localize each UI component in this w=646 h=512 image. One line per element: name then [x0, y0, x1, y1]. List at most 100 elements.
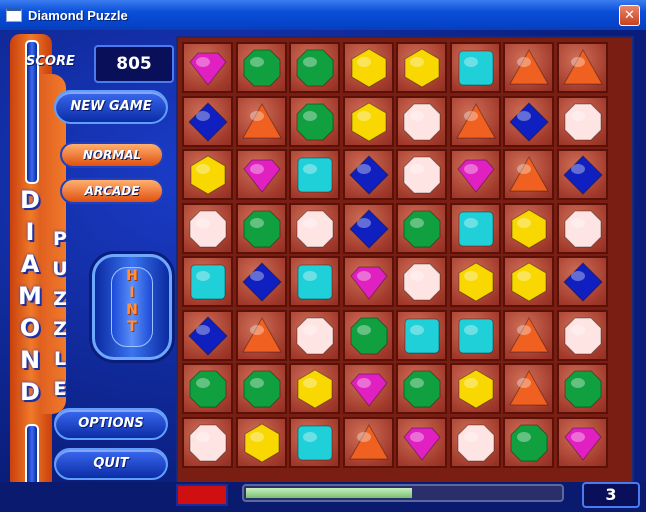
- board-cell[interactable]: [236, 96, 287, 147]
- board-cell[interactable]: [343, 203, 394, 254]
- orange-gem-icon: [509, 369, 549, 409]
- board-cell[interactable]: [450, 96, 501, 147]
- hint-button[interactable]: HINT: [92, 254, 172, 360]
- board-cell[interactable]: [182, 256, 233, 307]
- board-cell[interactable]: [289, 149, 340, 200]
- green-gem-icon: [242, 209, 282, 249]
- cyan-gem-icon: [456, 316, 496, 356]
- window-title: Diamond Puzzle: [28, 7, 128, 23]
- board-cell[interactable]: [503, 96, 554, 147]
- board-cell[interactable]: [396, 310, 447, 361]
- progress-fill: [246, 488, 412, 498]
- board-cell[interactable]: [182, 417, 233, 468]
- board-cell[interactable]: [396, 363, 447, 414]
- board-cell[interactable]: [557, 256, 608, 307]
- board-cell[interactable]: [557, 417, 608, 468]
- close-button[interactable]: ✕: [619, 5, 640, 26]
- board-cell[interactable]: [289, 363, 340, 414]
- board-cell[interactable]: [503, 417, 554, 468]
- score-label: SCORE: [26, 54, 75, 69]
- board-cell[interactable]: [236, 42, 287, 93]
- orange-gem-icon: [509, 316, 549, 356]
- board-cell[interactable]: [289, 96, 340, 147]
- green-gem-icon: [402, 209, 442, 249]
- board-cell[interactable]: [182, 96, 233, 147]
- board-cell[interactable]: [236, 256, 287, 307]
- board-cell[interactable]: [289, 256, 340, 307]
- board-cell[interactable]: [557, 310, 608, 361]
- board-cell[interactable]: [396, 203, 447, 254]
- board-cell[interactable]: [236, 363, 287, 414]
- board-cell[interactable]: [343, 96, 394, 147]
- board-cell[interactable]: [450, 256, 501, 307]
- app-window-icon: [6, 8, 22, 22]
- cyan-gem-icon: [295, 262, 335, 302]
- board-cell[interactable]: [450, 310, 501, 361]
- cyan-gem-icon: [295, 423, 335, 463]
- board-cell[interactable]: [557, 96, 608, 147]
- white-gem-icon: [295, 209, 335, 249]
- white-gem-icon: [563, 209, 603, 249]
- arcade-label: ARCADE: [84, 184, 140, 198]
- board-cell[interactable]: [343, 149, 394, 200]
- board-cell[interactable]: [396, 42, 447, 93]
- board-cell[interactable]: [289, 310, 340, 361]
- board-cell[interactable]: [450, 42, 501, 93]
- board-cell[interactable]: [450, 203, 501, 254]
- board-cell[interactable]: [503, 310, 554, 361]
- board-cell[interactable]: [236, 149, 287, 200]
- board-cell[interactable]: [557, 149, 608, 200]
- board-cell[interactable]: [289, 42, 340, 93]
- board-cell[interactable]: [557, 363, 608, 414]
- board-cell[interactable]: [182, 310, 233, 361]
- board-cell[interactable]: [236, 203, 287, 254]
- board-cell[interactable]: [182, 149, 233, 200]
- board-cell[interactable]: [289, 417, 340, 468]
- board-cell[interactable]: [396, 256, 447, 307]
- puzzle-letter: E: [53, 378, 67, 400]
- board-cell[interactable]: [182, 363, 233, 414]
- blue-gem-icon: [509, 102, 549, 142]
- board-cell[interactable]: [396, 96, 447, 147]
- board-cell[interactable]: [503, 203, 554, 254]
- board-cell[interactable]: [343, 256, 394, 307]
- board-cell[interactable]: [503, 256, 554, 307]
- puzzle-letter: L: [53, 348, 67, 370]
- white-gem-icon: [402, 102, 442, 142]
- board-cell[interactable]: [236, 310, 287, 361]
- yellow-gem-icon: [402, 48, 442, 88]
- yellow-gem-icon: [456, 262, 496, 302]
- title-bar: Diamond Puzzle ✕: [0, 0, 646, 30]
- diamond-letter: O: [19, 314, 41, 342]
- board-cell[interactable]: [182, 203, 233, 254]
- progress-bar: [242, 484, 564, 502]
- quit-button[interactable]: QUIT: [54, 448, 168, 480]
- cyan-gem-icon: [456, 48, 496, 88]
- magenta-gem-icon: [242, 155, 282, 195]
- board-cell[interactable]: [450, 363, 501, 414]
- options-button[interactable]: OPTIONS: [54, 408, 168, 440]
- board-cell[interactable]: [396, 149, 447, 200]
- new-game-button[interactable]: NEW GAME: [54, 90, 168, 124]
- arcade-mode-button[interactable]: ARCADE: [60, 178, 164, 204]
- title-word-diamond: DIAMOND: [10, 184, 50, 408]
- board-cell[interactable]: [289, 203, 340, 254]
- board-cell[interactable]: [450, 417, 501, 468]
- side-panel: DIAMOND PUZZLE SCORE 805 NEW GAME NORMAL…: [4, 34, 174, 506]
- board-cell[interactable]: [557, 203, 608, 254]
- board-cell[interactable]: [182, 42, 233, 93]
- board-cell[interactable]: [343, 42, 394, 93]
- normal-mode-button[interactable]: NORMAL: [60, 142, 164, 168]
- board-cell[interactable]: [343, 310, 394, 361]
- board-cell[interactable]: [396, 417, 447, 468]
- diamond-letter: N: [19, 346, 41, 374]
- board-cell[interactable]: [343, 363, 394, 414]
- board-cell[interactable]: [503, 363, 554, 414]
- board-cell[interactable]: [503, 149, 554, 200]
- board-cell[interactable]: [450, 149, 501, 200]
- board-cell[interactable]: [343, 417, 394, 468]
- blue-gem-icon: [349, 209, 389, 249]
- board-cell[interactable]: [503, 42, 554, 93]
- board-cell[interactable]: [236, 417, 287, 468]
- board-cell[interactable]: [557, 42, 608, 93]
